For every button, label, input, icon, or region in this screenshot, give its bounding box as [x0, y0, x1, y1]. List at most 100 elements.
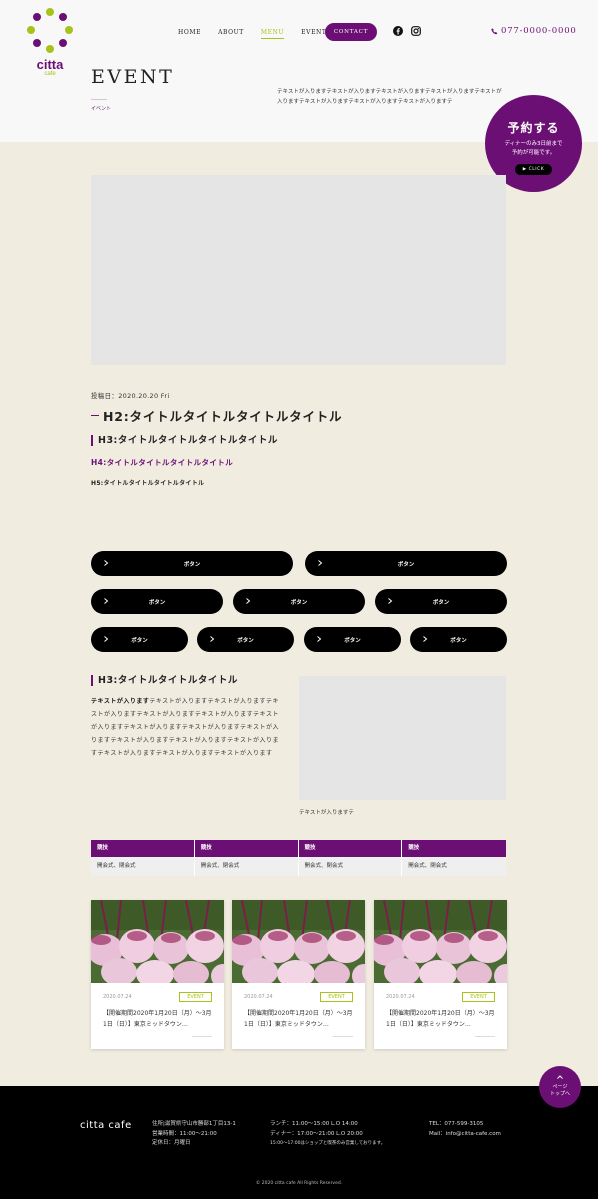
card-divider — [192, 1036, 212, 1037]
footer-hours: 営業時間：11:00〜21:00 — [152, 1130, 217, 1137]
event-card[interactable]: 2020.07.24 EVENT 【開催期間2020年1月20日（月）〜3月1日… — [232, 900, 365, 1049]
heading-h3: H3:タイトルタイトルタイトルタイトル — [91, 435, 278, 446]
card-tag: EVENT — [320, 992, 353, 1002]
nav-about[interactable]: ABOUT — [218, 29, 244, 36]
button-row1-2[interactable]: ボタン — [305, 551, 507, 576]
post-date: 投稿日：2020.20.20 Fri — [91, 392, 170, 400]
button-row3-1[interactable]: ボタン — [91, 627, 188, 652]
button-row2-2[interactable]: ボタン — [233, 589, 365, 614]
main-nav: HOME ABOUT MENU EVENT — [178, 23, 344, 41]
button-row1-1[interactable]: ボタン — [91, 551, 293, 576]
table-header: 競技 — [194, 840, 299, 857]
header-phone[interactable]: 077-0000-0000 — [491, 26, 577, 36]
reserve-click-button[interactable]: ▶ CLICK — [515, 164, 552, 175]
page-top-label-1: ページ — [552, 1084, 568, 1090]
card-divider — [475, 1036, 495, 1037]
card-title: 【開催期間2020年1月20日（月）〜3月1日（日）】東京ミッドタウン… — [386, 1010, 495, 1028]
card-image — [374, 900, 507, 983]
footer-mail[interactable]: Mail：info@citta-cafe.com — [429, 1130, 501, 1140]
card-image — [91, 900, 224, 983]
card-tag: EVENT — [462, 992, 495, 1002]
side-image-placeholder — [299, 676, 506, 800]
h2-text: H2:タイトルタイトルタイトルタイトル — [103, 409, 343, 424]
logo-mark — [27, 8, 73, 54]
card-tag: EVENT — [179, 992, 212, 1002]
page-subtitle: イベント — [91, 106, 112, 112]
footer-note: 15:00〜17:00はショップと喫茶のみ営業しております。 — [270, 1141, 386, 1146]
schedule-table: 競技 競技 競技 競技 開会式、閉会式 開会式、閉会式 開会式、閉会式 開会式、… — [91, 840, 506, 876]
card-date: 2020.07.24 — [103, 994, 132, 1000]
table-cell: 開会式、閉会式 — [91, 857, 195, 876]
button-row3-4[interactable]: ボタン — [410, 627, 507, 652]
chevron-right-icon — [246, 598, 251, 604]
button-row3-2[interactable]: ボタン — [197, 627, 294, 652]
body-bold-lead: テキストが入ります — [91, 698, 150, 705]
footer-hours-col: ランチ：11:00〜15:00 L.O 14:00 ディナー：17:00〜21:… — [270, 1120, 385, 1149]
footer-holiday: 定休日：月曜日 — [152, 1140, 191, 1146]
chevron-right-icon — [104, 636, 109, 642]
button-row2-3[interactable]: ボタン — [375, 589, 507, 614]
table-cell: 開会式、閉会式 — [402, 857, 506, 876]
phone-number: 077-0000-0000 — [501, 26, 577, 36]
event-card[interactable]: 2020.07.24 EVENT 【開催期間2020年1月20日（月）〜3月1日… — [374, 900, 507, 1049]
footer-tel[interactable]: TEL：077-599-3105 — [429, 1120, 501, 1130]
section-heading-h3: H3:タイトルタイトルタイトル — [91, 675, 238, 686]
page-title: EVENT — [91, 66, 175, 88]
image-caption: テキストが入りますテ — [299, 810, 354, 816]
page-top-button[interactable]: ページ トップへ — [539, 1066, 581, 1108]
card-image — [232, 900, 365, 983]
footer-contact-col: TEL：077-599-3105 Mail：info@citta-cafe.co… — [429, 1120, 501, 1139]
facebook-icon[interactable] — [393, 26, 403, 36]
logo[interactable]: citta cafe — [27, 8, 73, 84]
nav-home[interactable]: HOME — [178, 29, 201, 36]
footer-name: citta cafe — [80, 1120, 132, 1131]
heading-h5: H5:タイトルタイトルタイトルタイトル — [91, 480, 205, 487]
button-row3-3[interactable]: ボタン — [304, 627, 401, 652]
h2-bar — [91, 414, 99, 417]
page-intro: テキストが入りますテキストが入りますテキストが入りますテキストが入りますテキスト… — [277, 89, 502, 105]
chevron-up-icon — [557, 1075, 563, 1079]
footer-lunch: ランチ：11:00〜15:00 L.O 14:00 — [270, 1121, 358, 1127]
table-cell: 開会式、閉会式 — [194, 857, 299, 876]
reserve-note-1: ディナーのみ3日前まで — [504, 141, 563, 147]
title-divider — [91, 99, 107, 100]
card-title: 【開催期間2020年1月20日（月）〜3月1日（日）】東京ミッドタウン… — [244, 1010, 353, 1028]
hero-image-placeholder — [91, 175, 506, 365]
turnip-photo — [374, 900, 507, 983]
logo-word: citta — [36, 57, 64, 72]
page-top-label-2: トップへ — [549, 1091, 570, 1097]
instagram-icon[interactable] — [411, 26, 421, 36]
copyright: © 2020 citta cafe All Rights Reserved. — [255, 1181, 343, 1186]
card-date: 2020.07.24 — [244, 994, 273, 1000]
card-date: 2020.07.24 — [386, 994, 415, 1000]
contact-button[interactable]: CONTACT — [325, 23, 377, 41]
turnip-photo — [232, 900, 365, 983]
footer-info-col: 住所|滋賀県守山市勝部1丁目13-1 営業時間：11:00〜21:00 定休日：… — [152, 1120, 236, 1149]
nav-event[interactable]: EVENT — [301, 29, 326, 36]
reserve-title: 予約する — [507, 121, 560, 135]
event-card[interactable]: 2020.07.24 EVENT 【開催期間2020年1月20日（月）〜3月1日… — [91, 900, 224, 1049]
chevron-right-icon — [388, 598, 393, 604]
table-header: 競技 — [298, 840, 403, 857]
phone-icon — [491, 27, 498, 34]
turnip-photo — [91, 900, 224, 983]
heading-h2: H2:タイトルタイトルタイトルタイトル — [91, 406, 342, 425]
card-divider — [333, 1036, 353, 1037]
footer-dinner: ディナー：17:00〜21:00 L.O 20:00 — [270, 1130, 363, 1137]
button-row2-1[interactable]: ボタン — [91, 589, 223, 614]
section-body-text: テキストが入りますテキストが入りますテキストが入りますテキストが入りますテキスト… — [91, 695, 283, 760]
chevron-right-icon — [104, 598, 109, 604]
nav-menu[interactable]: MENU — [260, 29, 285, 39]
heading-h4: H4:タイトルタイトルタイトルタイトル — [91, 458, 234, 467]
site-footer: citta cafe 住所|滋賀県守山市勝部1丁目13-1 営業時間：11:00… — [0, 1086, 598, 1199]
table-header: 競技 — [402, 840, 506, 857]
table-header: 競技 — [91, 840, 195, 857]
logo-sub: cafe — [44, 71, 56, 77]
body-text: テキストが入りますテキストが入りますテキストが入りますテキストが入りますテキスト… — [91, 698, 279, 757]
reserve-note-2: 予約が可能です。 — [511, 150, 556, 156]
table-cell: 開会式、閉会式 — [298, 857, 403, 876]
chevron-right-icon — [317, 636, 322, 642]
chevron-right-icon — [210, 636, 215, 642]
chevron-right-icon — [104, 560, 109, 566]
chevron-right-icon — [318, 560, 323, 566]
